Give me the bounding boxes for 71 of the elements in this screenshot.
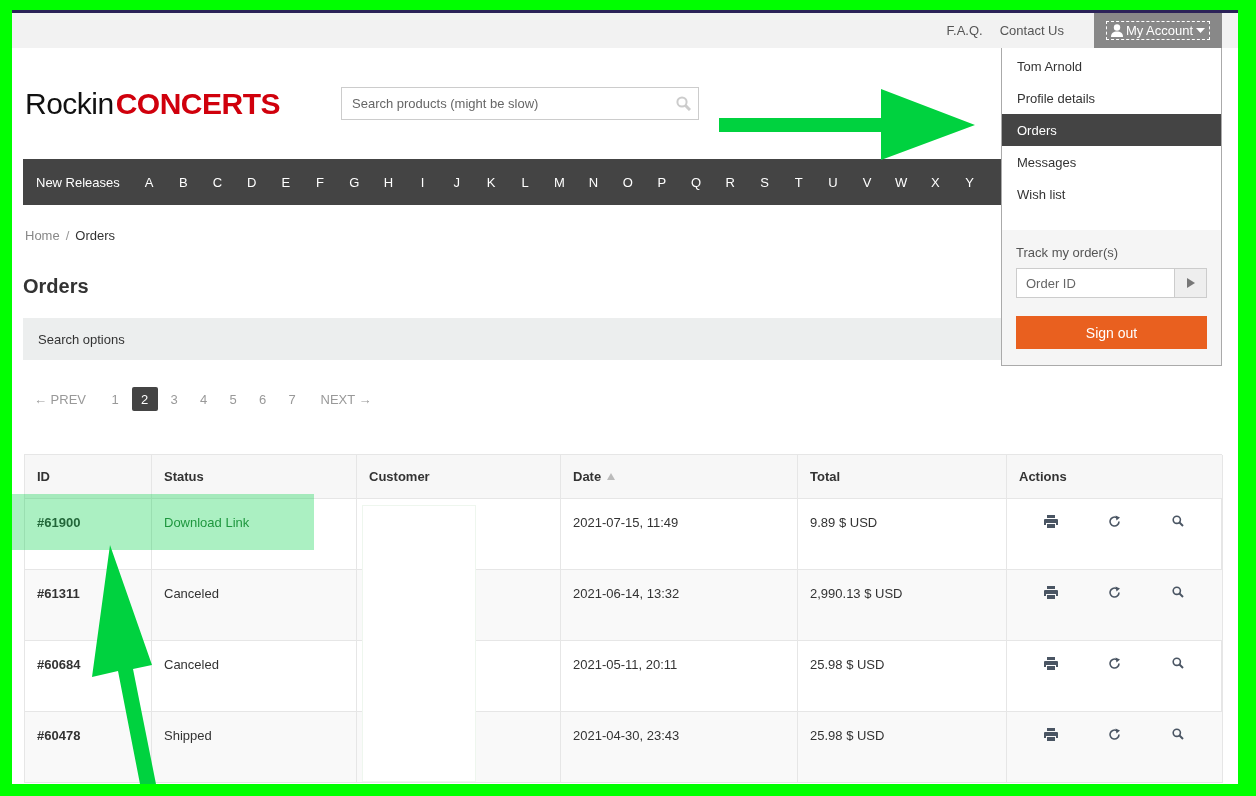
menu-item[interactable]: Wish list (1002, 178, 1221, 210)
table-cell: 2021-04-30, 23:43 (561, 712, 798, 783)
nav-link[interactable]: G (337, 174, 372, 190)
refresh-icon[interactable] (1108, 657, 1121, 670)
menu-item[interactable]: Tom Arnold (1002, 50, 1221, 82)
nav-link[interactable]: J (439, 174, 474, 190)
search-icon[interactable] (1172, 657, 1185, 669)
table-cell: Shipped (152, 712, 357, 783)
account-button[interactable]: My Account (1094, 13, 1222, 48)
nav-link[interactable]: S (747, 174, 782, 190)
nav-link[interactable]: New Releases (36, 174, 119, 190)
nav-link[interactable]: B (166, 174, 201, 190)
top-link[interactable]: F.A.Q. (946, 23, 983, 38)
nav-link[interactable]: F (302, 174, 338, 190)
nav-link[interactable]: M (542, 174, 577, 190)
nav-link[interactable]: U (815, 174, 850, 190)
print-icon[interactable] (1043, 586, 1058, 599)
track-label: Track my order(s) (1016, 245, 1120, 261)
nav-link[interactable]: R (713, 174, 748, 190)
menu-item[interactable]: Messages (1002, 146, 1221, 178)
column-header[interactable]: Total (798, 455, 1007, 499)
user-icon (1110, 24, 1123, 37)
column-header[interactable]: Status (152, 455, 357, 499)
play-icon (1186, 278, 1195, 288)
nav-link[interactable]: X (918, 174, 953, 190)
menu-item[interactable]: Profile details (1002, 82, 1221, 114)
table-cell: 2,990.13 $ USD (798, 570, 1007, 641)
refresh-icon[interactable] (1108, 515, 1121, 528)
column-header[interactable]: ID (25, 455, 152, 499)
page-link[interactable]: 2 (131, 387, 158, 411)
menu-item[interactable]: Orders (1002, 114, 1221, 146)
breadcrumb-item[interactable]: Home (25, 227, 60, 245)
breadcrumb-separator: / (65, 227, 70, 245)
refresh-icon[interactable] (1108, 586, 1121, 599)
table-cell: 2021-06-14, 13:32 (561, 570, 798, 641)
column-header[interactable]: Date (561, 455, 798, 499)
breadcrumb-item: Orders (75, 227, 116, 245)
nav-link[interactable]: C (200, 174, 235, 190)
top-link[interactable]: Contact Us (999, 23, 1064, 38)
search-icon[interactable] (1172, 515, 1185, 527)
table-cell: 25.98 $ USD (798, 712, 1007, 783)
nav-link[interactable]: K (473, 174, 509, 190)
nav-link[interactable]: D (234, 174, 269, 190)
refresh-icon[interactable] (1108, 728, 1121, 741)
column-header[interactable]: Actions (1007, 455, 1223, 499)
search-field[interactable]: Search products (might be slow) (341, 87, 699, 120)
table-cell: Canceled (152, 570, 357, 641)
nav-link[interactable]: N (576, 174, 611, 190)
nav-link[interactable]: O (610, 174, 645, 190)
nav-link[interactable]: P (644, 174, 679, 190)
submit-button[interactable] (1174, 268, 1207, 298)
print-icon[interactable] (1043, 515, 1058, 528)
column-header[interactable]: Customer (357, 455, 561, 499)
nav-link[interactable]: T (781, 174, 816, 190)
nav-link[interactable]: W (884, 174, 919, 190)
search-icon[interactable] (1172, 728, 1185, 740)
nav-link[interactable]: Q (679, 174, 714, 190)
print-icon[interactable] (1043, 728, 1058, 741)
nav-link[interactable]: H (371, 174, 406, 190)
print-icon[interactable] (1043, 657, 1058, 670)
order-id-field[interactable]: Order ID (1016, 268, 1174, 298)
nav-link[interactable]: A (132, 174, 167, 190)
nav-link[interactable]: V (849, 174, 885, 190)
caret-icon (1196, 28, 1206, 33)
nav-link[interactable]: E (268, 174, 303, 190)
search-icon[interactable] (1172, 586, 1185, 598)
nav-link[interactable]: I (405, 174, 440, 190)
logo[interactable]: RockinCONCERTS (25, 86, 318, 121)
nav-link[interactable]: L (508, 174, 543, 190)
nav-link[interactable]: Y (952, 174, 987, 190)
page-title: Orders (23, 275, 89, 297)
